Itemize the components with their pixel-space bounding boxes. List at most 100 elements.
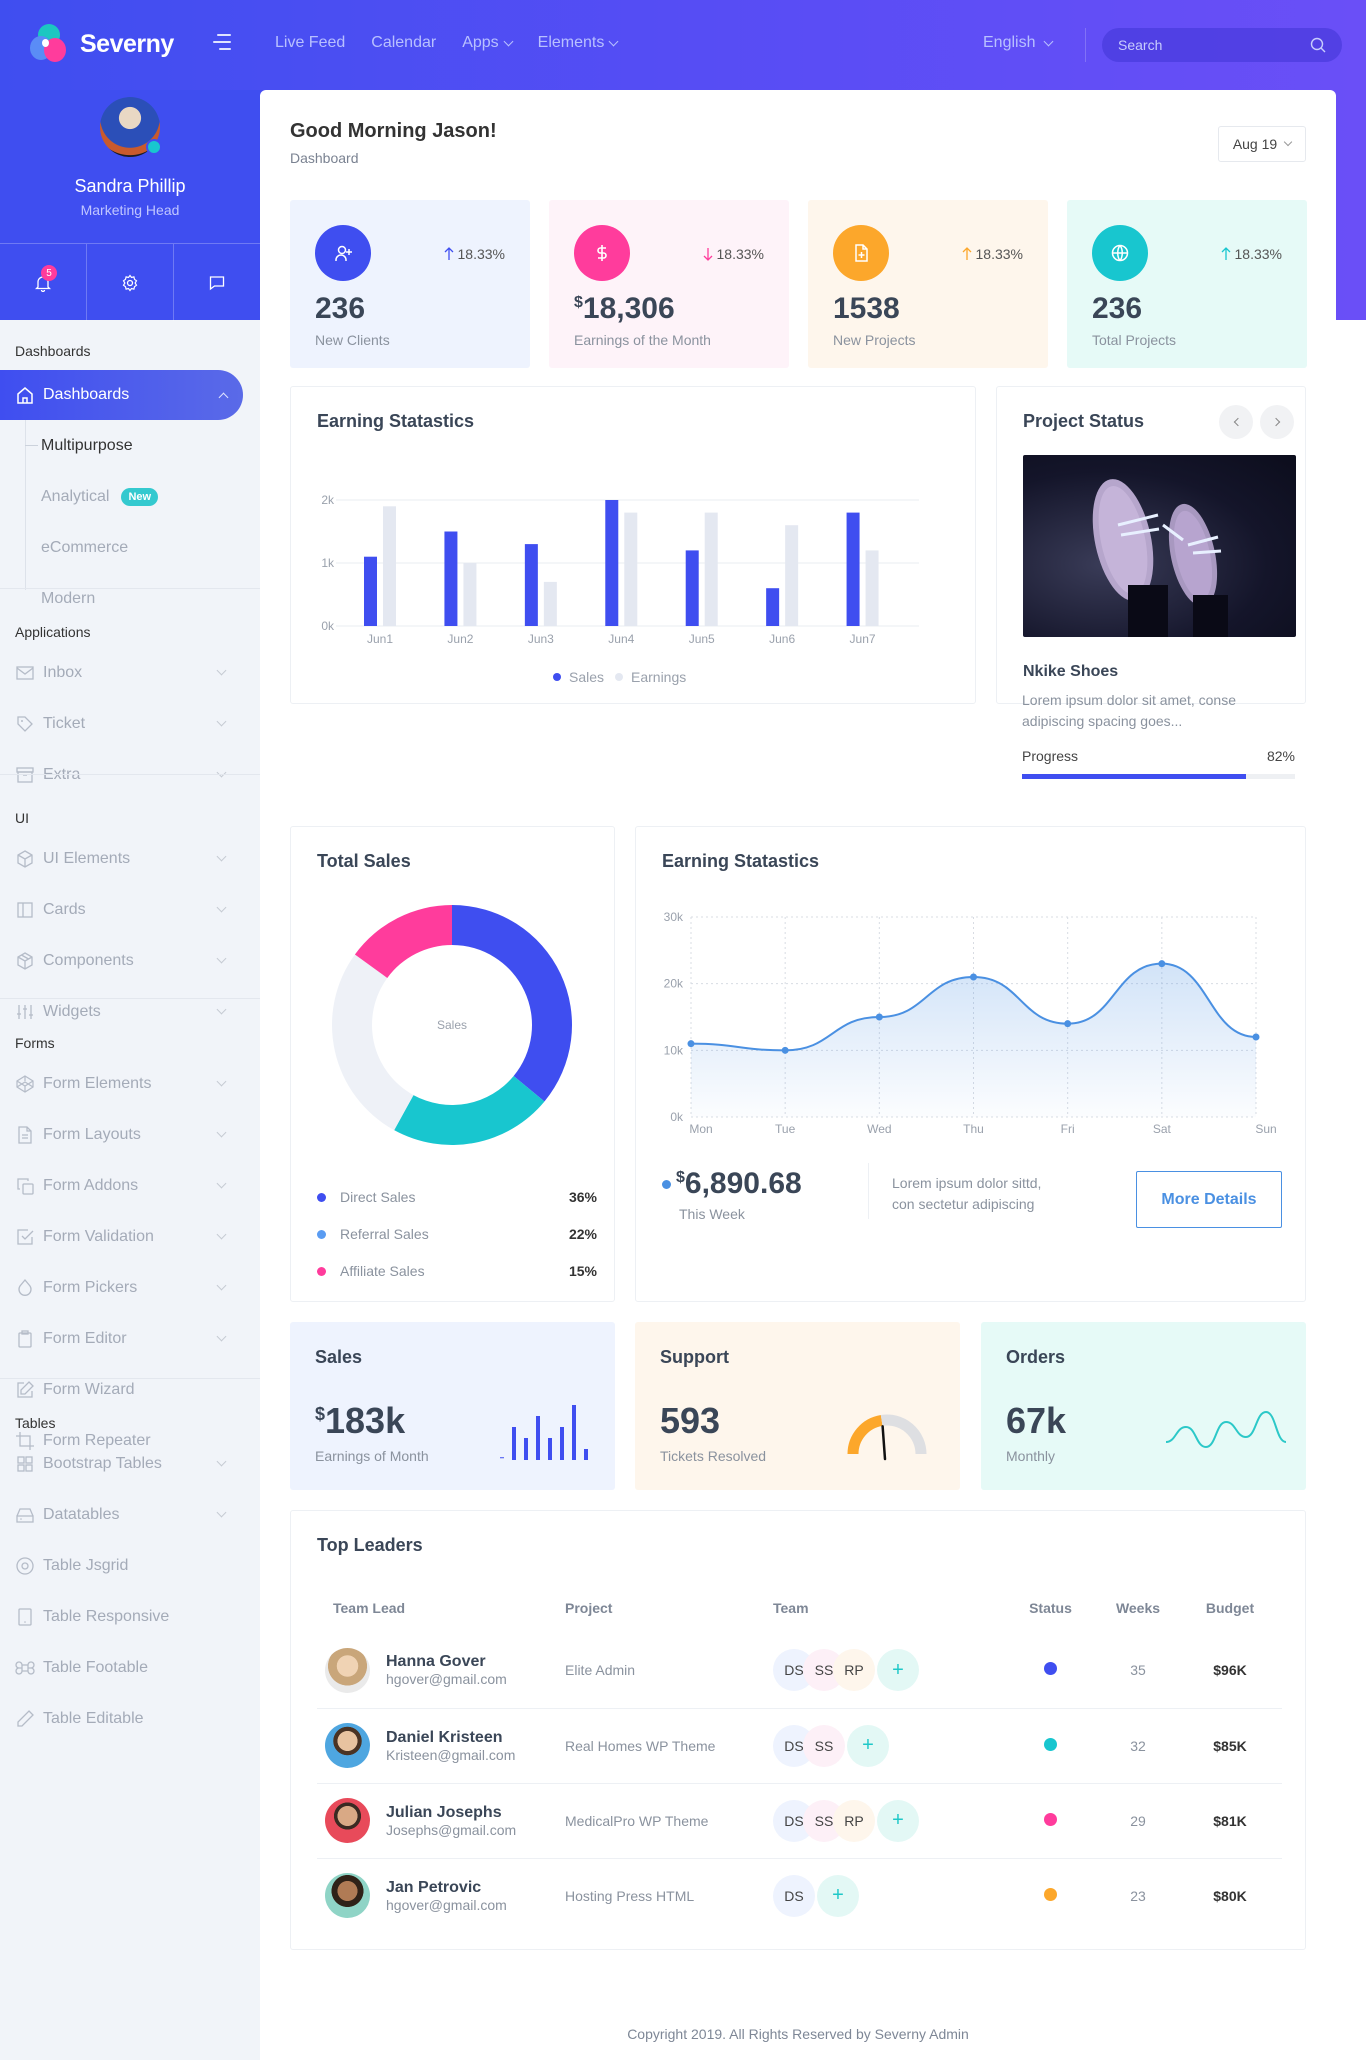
sidebar-item-form-addons[interactable]: Form Addons (0, 1160, 260, 1211)
sidebar-item-table-jsgrid[interactable]: Table Jsgrid (0, 1540, 260, 1591)
notifications-button[interactable]: 5 (0, 244, 87, 321)
chevron-right-icon (1271, 417, 1280, 427)
sidebar-item-form-elements[interactable]: Form Elements (0, 1058, 260, 1109)
legend-marker (553, 673, 561, 681)
avatar (325, 1798, 370, 1843)
bar-earnings (543, 581, 557, 626)
sidebar-item-form-wizard[interactable]: Form Wizard (0, 1364, 260, 1415)
droplet-icon (18, 1278, 32, 1296)
value-text: 236 (1092, 292, 1143, 325)
column-header[interactable]: Status (1003, 1583, 1098, 1633)
nav-live-feed[interactable]: Live Feed (275, 34, 345, 52)
nav-elements[interactable]: Elements (538, 34, 619, 52)
y-tick-label: 20k (664, 977, 684, 991)
legend-marker (317, 1229, 326, 1239)
team-member-avatar[interactable]: SS (803, 1724, 845, 1767)
sidebar-item-label: Form Layouts (43, 1125, 141, 1143)
sidebar-item-ui-elements[interactable]: UI Elements (0, 833, 260, 884)
sidebar-item-ticket[interactable]: Ticket (0, 698, 260, 749)
more-details-button[interactable]: More Details (1136, 1171, 1282, 1228)
sidebar-item-datatables[interactable]: Datatables (0, 1489, 260, 1540)
card-title: Total Sales (317, 851, 411, 871)
lead-email: Josephs@gmail.com (386, 1821, 517, 1838)
sidebar-subitem-ecommerce[interactable]: eCommerce (0, 522, 260, 573)
team-member-avatar[interactable]: RP (833, 1649, 875, 1692)
sidebar-subitem-analytical[interactable]: Analytical New (0, 471, 260, 522)
chevron-down-icon (216, 1280, 227, 1291)
gauge-needle (881, 1425, 887, 1461)
sidebar-item-form-layouts[interactable]: Form Layouts (0, 1109, 260, 1160)
lead-name: Daniel Kristeen (386, 1728, 503, 1746)
search-icon[interactable] (1310, 37, 1326, 53)
sidebar-item-inbox[interactable]: Inbox (0, 647, 260, 698)
box-icon (17, 849, 33, 868)
sidebar-item-widgets[interactable]: Widgets (0, 986, 260, 1037)
sidebar-item-form-pickers[interactable]: Form Pickers (0, 1262, 260, 1313)
trend-value: 18.33% (457, 246, 505, 262)
sidebar-item-form-editor[interactable]: Form Editor (0, 1313, 260, 1364)
table-row[interactable]: Hanna Gover hgover@gmail.com Elite Admin DS… (317, 1633, 1282, 1708)
chevron-down-icon (216, 953, 227, 964)
next-button[interactable] (1260, 405, 1294, 439)
nav-calendar[interactable]: Calendar (371, 34, 436, 52)
command-icon (15, 1660, 35, 1675)
add-member-button[interactable]: + (877, 1649, 919, 1692)
column-header[interactable]: Budget (1178, 1583, 1282, 1633)
breadcrumb[interactable]: Dashboard (290, 150, 359, 166)
sliders-icon (17, 1004, 33, 1019)
avatar (325, 1723, 370, 1768)
sidebar-item-dashboards[interactable]: Dashboards (0, 370, 243, 420)
messages-button[interactable] (174, 244, 260, 321)
chevron-down-icon (216, 1331, 227, 1342)
sidebar-item-form-validation[interactable]: Form Validation (0, 1211, 260, 1262)
stat-icon-circle (1092, 225, 1148, 281)
date-filter-dropdown[interactable]: Aug 19 (1218, 126, 1306, 162)
donut-slice-referral-sales (394, 1075, 545, 1145)
column-header[interactable]: Team Lead (317, 1583, 565, 1633)
logo[interactable]: Severny (30, 24, 174, 64)
sidebar-item-cards[interactable]: Cards (0, 884, 260, 935)
donut-chart: Sales (332, 905, 573, 1145)
add-member-button[interactable]: + (847, 1724, 889, 1767)
search-input[interactable] (1118, 37, 1298, 53)
card-title: Sales (315, 1347, 363, 1367)
table-row[interactable]: Jan Petrovic hgover@gmail.com Hosting Pres… (317, 1857, 1282, 1933)
sidebar-item-table-responsive[interactable]: Table Responsive (0, 1591, 260, 1642)
settings-button[interactable] (87, 244, 174, 321)
card-title: Project Status (1023, 411, 1145, 431)
column-header[interactable]: Project (565, 1583, 773, 1633)
profile-avatar[interactable] (100, 97, 162, 157)
nav-apps[interactable]: Apps (462, 34, 514, 52)
weeks-cell: 29 (1098, 1782, 1178, 1858)
table-row[interactable]: Julian Josephs Josephs@gmail.com MedicalPr… (317, 1782, 1282, 1858)
status-cell (1003, 1782, 1098, 1858)
sidebar-item-table-editable[interactable]: Table Editable (0, 1693, 260, 1744)
divider (0, 774, 260, 775)
table-row[interactable]: Daniel Kristeen Kristeen@gmail.com Real Ho… (317, 1707, 1282, 1783)
chevron-down-icon (216, 716, 227, 727)
sidebar-item-bootstrap-tables[interactable]: Bootstrap Tables (0, 1438, 260, 1489)
sidebar-item-components[interactable]: Components (0, 935, 260, 986)
add-member-button[interactable]: + (817, 1874, 859, 1917)
sidebar-subitem-multipurpose[interactable]: Multipurpose (0, 420, 260, 471)
stat-icon-circle (574, 225, 630, 281)
column-header[interactable]: Weeks (1098, 1583, 1178, 1633)
team-lead-cell: Julian Josephs Josephs@gmail.com (317, 1782, 565, 1858)
prev-button[interactable] (1219, 405, 1253, 439)
x-tick-label: Sat (1153, 1122, 1172, 1136)
chevron-down-icon (216, 665, 227, 676)
add-member-button[interactable]: + (877, 1799, 919, 1842)
menu-toggle-icon[interactable] (213, 34, 231, 52)
status-cell (1003, 1707, 1098, 1783)
trend-value: 18.33% (1234, 246, 1282, 262)
team-member-avatar[interactable]: RP (833, 1799, 875, 1842)
chevron-down-icon (1283, 137, 1293, 147)
brand-name: Severny (80, 29, 174, 58)
column-header[interactable]: Team (773, 1583, 1003, 1633)
language-selector[interactable]: English (983, 34, 1054, 52)
sidebar-subitem-modern[interactable]: Modern (0, 573, 260, 624)
team-member-avatar[interactable]: DS (773, 1874, 815, 1917)
lead-email: Kristeen@gmail.com (386, 1746, 516, 1763)
nav-label: Apps (462, 34, 499, 51)
sidebar-item-table-footable[interactable]: Table Footable (0, 1642, 260, 1693)
